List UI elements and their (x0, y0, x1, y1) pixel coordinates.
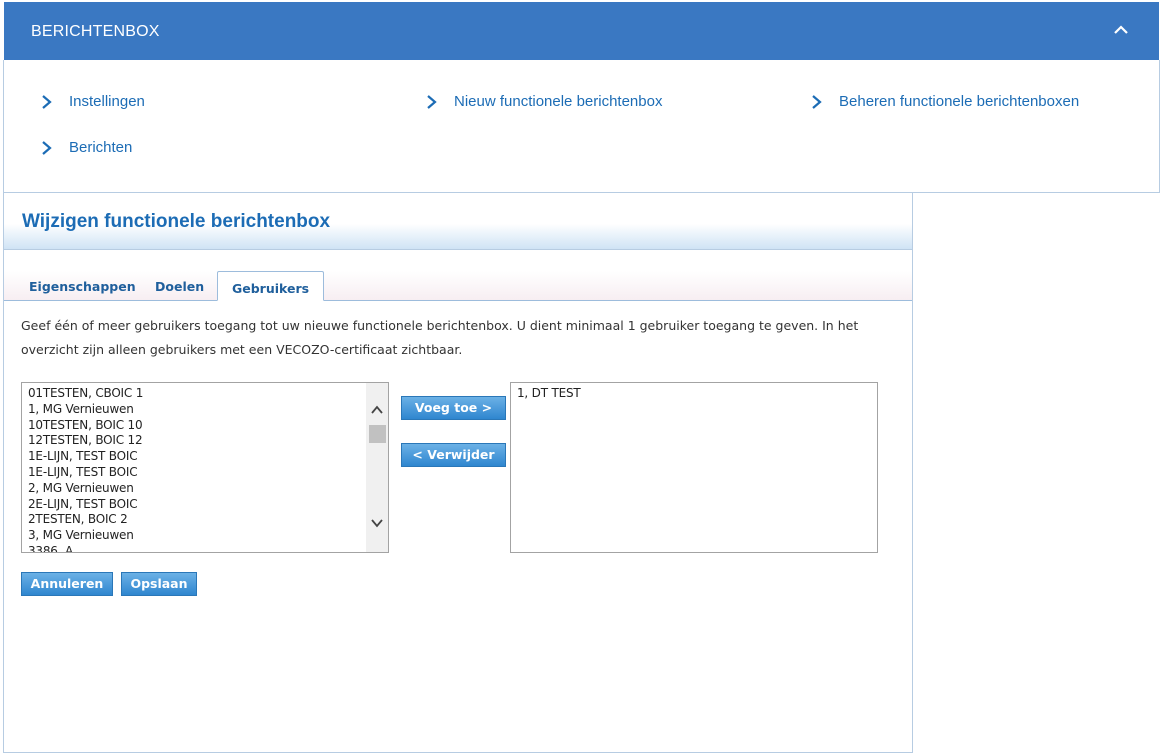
content-header: Wijzigen functionele berichtenbox (4, 193, 912, 250)
scrollbar-thumb[interactable] (369, 425, 386, 443)
list-item[interactable]: 01TESTEN, CBOIC 1 (22, 386, 388, 402)
tab-gebruikers[interactable]: Gebruikers (217, 271, 325, 301)
add-user-button[interactable]: Voeg toe > (401, 396, 506, 420)
section-title: BERICHTENBOX (31, 23, 160, 40)
save-button[interactable]: Opslaan (121, 572, 197, 596)
list-item[interactable]: 10TESTEN, BOIC 10 (22, 418, 388, 434)
list-item[interactable]: 3386, A (22, 544, 388, 552)
list-item[interactable]: 2E-LIJN, TEST BOIC (22, 497, 388, 513)
nav-link-label: Berichten (69, 139, 133, 156)
list-item[interactable]: 1E-LIJN, TEST BOIC (22, 465, 388, 481)
chevron-right-icon (40, 140, 54, 156)
scroll-down-icon[interactable] (370, 516, 384, 530)
selected-users-items: 1, DT TEST (511, 383, 877, 402)
content-panel: Wijzigen functionele berichtenbox Eigens… (3, 193, 913, 753)
list-item[interactable]: 2, MG Vernieuwen (22, 481, 388, 497)
cancel-button[interactable]: Annuleren (21, 572, 113, 596)
tab-bar: Eigenschappen Doelen Gebruikers (4, 271, 912, 301)
nav-link-label: Nieuw functionele berichtenbox (454, 93, 663, 110)
nav-link-instellingen[interactable]: Instellingen (40, 93, 145, 110)
tab-doelen[interactable]: Doelen (155, 279, 204, 294)
list-item[interactable]: 1E-LIJN, TEST BOIC (22, 449, 388, 465)
list-item[interactable]: 2TESTEN, BOIC 2 (22, 512, 388, 528)
page-title: Wijzigen functionele berichtenbox (22, 211, 331, 232)
remove-user-button[interactable]: < Verwijder (401, 443, 506, 467)
chevron-up-icon[interactable] (1111, 20, 1131, 40)
list-item[interactable]: 12TESTEN, BOIC 12 (22, 433, 388, 449)
available-users-list[interactable]: 01TESTEN, CBOIC 1 1, MG Vernieuwen 10TESTE… (21, 382, 389, 553)
nav-link-label: Instellingen (69, 93, 145, 110)
selected-users-list[interactable]: 1, DT TEST (510, 382, 878, 553)
chevron-right-icon (425, 94, 439, 110)
chevron-right-icon (810, 94, 824, 110)
list-item[interactable]: 1, DT TEST (511, 386, 877, 402)
nav-link-beheren-functionele-berichtenboxen[interactable]: Beheren functionele berichtenboxen (810, 93, 1079, 110)
nav-link-berichten[interactable]: Berichten (40, 139, 132, 156)
nav-link-label: Beheren functionele berichtenboxen (839, 93, 1080, 110)
chevron-right-icon (40, 94, 54, 110)
scroll-up-icon[interactable] (370, 403, 384, 417)
instruction-text: Geef één of meer gebruikers toegang tot … (21, 318, 859, 357)
nav-panel: Instellingen Nieuw functionele berichten… (3, 60, 1160, 193)
list-item[interactable]: 1, MG Vernieuwen (22, 402, 388, 418)
list-item[interactable]: 3, MG Vernieuwen (22, 528, 388, 544)
nav-link-nieuw-functionele-berichtenbox[interactable]: Nieuw functionele berichtenbox (425, 93, 662, 110)
tab-eigenschappen[interactable]: Eigenschappen (29, 279, 136, 294)
available-users-items: 01TESTEN, CBOIC 1 1, MG Vernieuwen 10TESTE… (22, 383, 388, 552)
list-scrollbar[interactable] (366, 383, 388, 552)
section-header: BERICHTENBOX (4, 2, 1159, 60)
